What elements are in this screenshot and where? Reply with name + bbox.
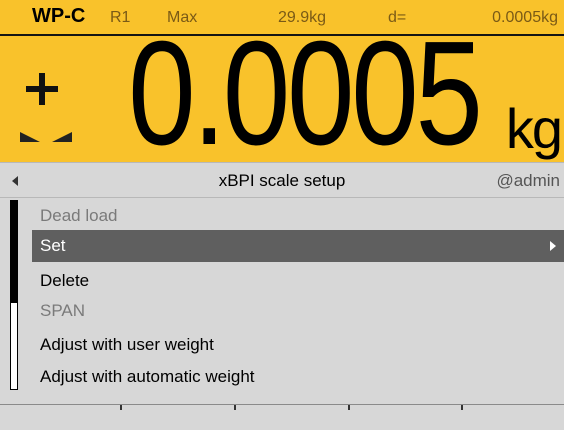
- scale-name: WP-C: [32, 5, 86, 27]
- softkey-3[interactable]: [236, 405, 348, 430]
- menu-item-label: Dead load: [40, 206, 118, 225]
- weight-unit: kg: [505, 97, 563, 160]
- softkey-2[interactable]: [122, 405, 234, 430]
- menu-item-adjust-user-weight[interactable]: Adjust with user weight: [32, 329, 564, 361]
- menu-item-label: Adjust with user weight: [40, 335, 214, 354]
- scale-terminal-screen: WP-C R1 Max 29.9kg d= 0.0005kg 0.0005 kg…: [0, 0, 564, 430]
- stable-standstill-icon: [20, 132, 72, 142]
- menu-item-label: Delete: [40, 271, 90, 290]
- menu-item-label: Set: [40, 236, 66, 255]
- menu-title: xBPI scale setup: [218, 171, 346, 190]
- menu-item-label: Adjust with automatic weight: [40, 367, 255, 386]
- plus-sign-icon: [22, 64, 72, 114]
- menu-list: Dead load Set Delete SPAN Adjust with us…: [0, 198, 564, 404]
- menu-item-dead-load-header: Dead load: [32, 200, 564, 232]
- menu-item-set[interactable]: Set: [32, 230, 564, 262]
- weight-display-header: WP-C R1 Max 29.9kg d= 0.0005kg 0.0005 kg: [0, 0, 564, 168]
- softkey-bar: [0, 404, 564, 430]
- menu-item-span-header: SPAN: [32, 295, 564, 327]
- weight-readout: 0.0005: [128, 11, 483, 176]
- softkey-4[interactable]: [350, 405, 462, 430]
- menu-item-adjust-automatic-weight[interactable]: Adjust with automatic weight: [32, 361, 564, 393]
- user-label: @admin: [496, 171, 560, 190]
- scrollbar[interactable]: [10, 200, 18, 390]
- menu-title-bar: xBPI scale setup @admin: [0, 162, 564, 198]
- softkey-1[interactable]: [8, 405, 120, 430]
- chevron-right-icon: [550, 241, 556, 251]
- menu-item-label: SPAN: [40, 301, 86, 320]
- softkey-5[interactable]: [463, 405, 564, 430]
- resolution-value: 0.0005kg: [492, 9, 558, 26]
- menu-item-delete[interactable]: Delete: [32, 265, 564, 297]
- scrollbar-thumb[interactable]: [11, 201, 17, 303]
